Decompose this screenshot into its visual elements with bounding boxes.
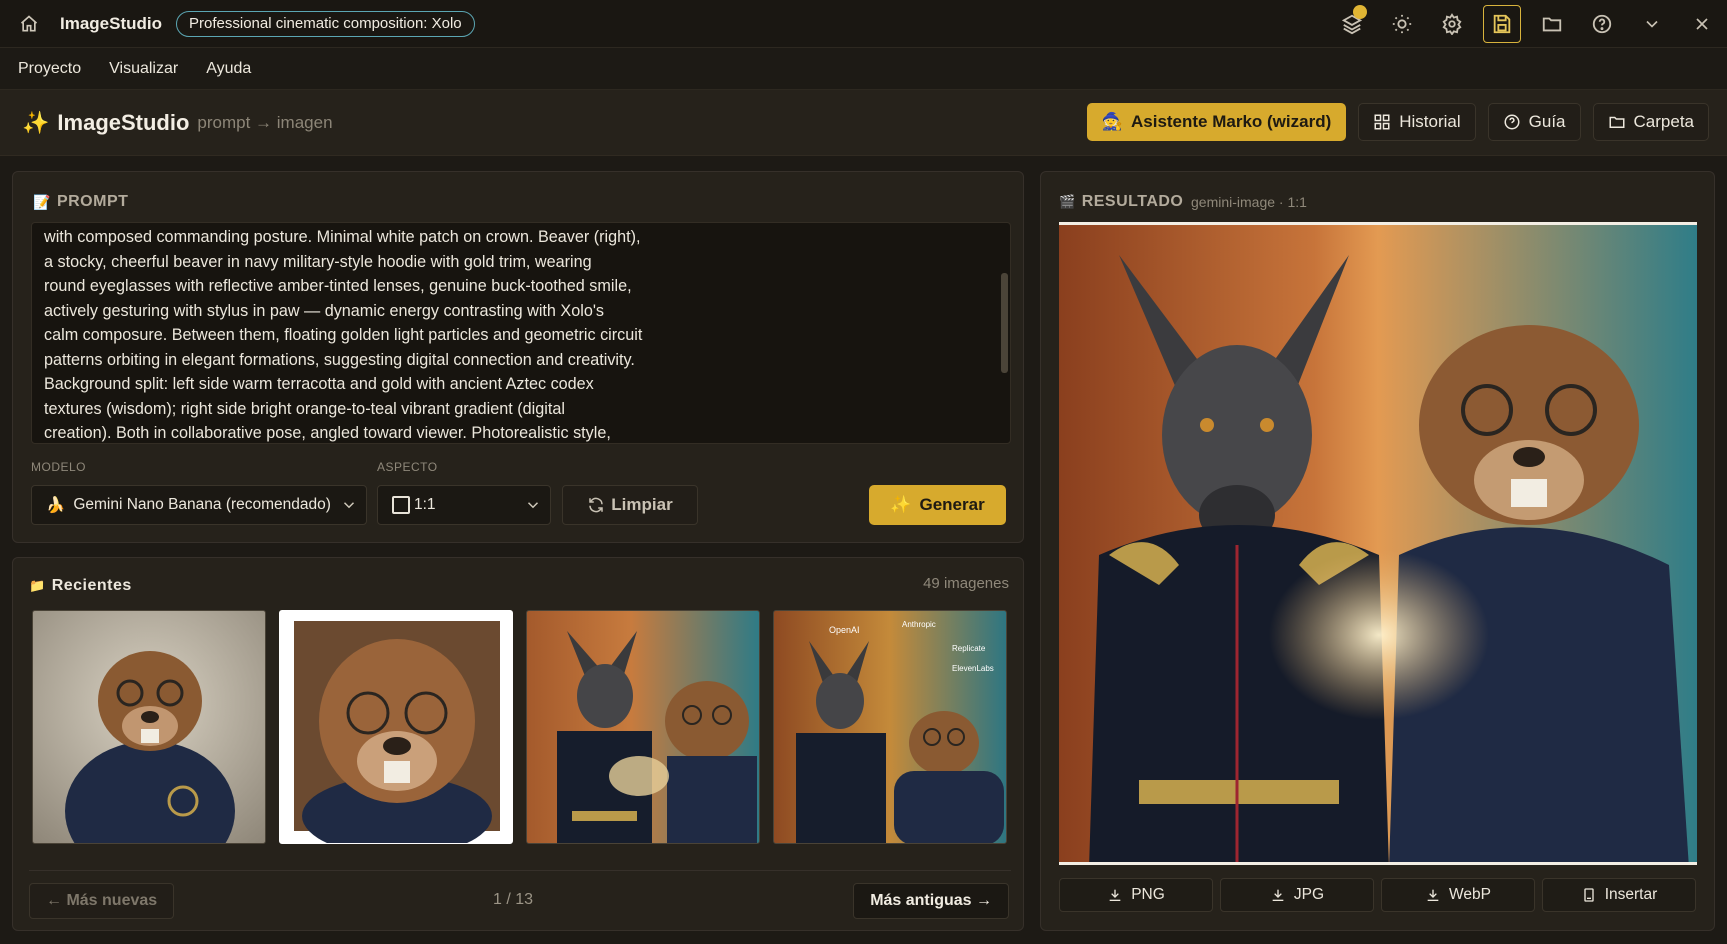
layers-icon[interactable] <box>1327 0 1377 48</box>
png-label: PNG <box>1131 886 1165 903</box>
insert-label: Insertar <box>1604 886 1658 903</box>
generate-label: Generar <box>919 495 985 514</box>
app-name: ImageStudio <box>60 13 163 33</box>
history-label: Historial <box>1399 112 1461 131</box>
folder-icon <box>1609 116 1625 128</box>
clear-label: Limpiar <box>611 495 673 514</box>
home-icon[interactable] <box>0 0 58 48</box>
folder-icon[interactable] <box>1527 0 1577 48</box>
download-webp-button[interactable]: WebP <box>1381 878 1535 912</box>
result-title-text: RESULTADO <box>1081 193 1184 210</box>
logo-openai: OpenAI <box>829 625 860 635</box>
download-jpg-button[interactable]: JPG <box>1220 878 1374 912</box>
prompt-text: with composed commanding posture. Minima… <box>44 228 643 442</box>
logo-anthropic: Anthropic <box>902 620 936 629</box>
grid-icon <box>1374 114 1390 130</box>
webp-label: WebP <box>1449 886 1491 903</box>
film-icon: 🎬 <box>1059 194 1076 209</box>
download-png-button[interactable]: PNG <box>1059 878 1213 912</box>
recent-panel: 📁 Recientes 49 imagenes OpenAI Anthropic… <box>12 557 1024 931</box>
generate-button[interactable]: ✨ Generar <box>869 485 1006 525</box>
aspect-select[interactable]: 1:1 <box>377 485 551 525</box>
wizard-icon: 🧙 <box>1101 112 1123 131</box>
help-icon[interactable] <box>1577 0 1627 48</box>
document-icon <box>1584 888 1594 902</box>
history-button[interactable]: Historial <box>1358 103 1476 141</box>
document-title-pill[interactable]: Professional cinematic composition: Xolo <box>176 10 475 37</box>
prompt-textarea[interactable]: with composed commanding posture. Minima… <box>31 222 1011 444</box>
square-icon <box>392 496 410 514</box>
recent-thumbnail[interactable] <box>526 610 760 844</box>
prompt-scrollbar[interactable] <box>1001 273 1008 373</box>
result-panel: 🎬 RESULTADO gemini-image · 1:1 PNG JPG W… <box>1040 171 1715 931</box>
wizard-button[interactable]: 🧙 Asistente Marko (wizard) <box>1086 103 1347 141</box>
aspect-value: 1:1 <box>414 496 436 513</box>
sparkle-icon: ✨ <box>890 495 912 514</box>
result-image <box>1059 222 1697 865</box>
chevron-down-icon[interactable] <box>1627 0 1677 48</box>
help-circle-icon <box>1504 114 1520 130</box>
download-icon <box>1272 889 1284 901</box>
menu-visualizar[interactable]: Visualizar <box>109 60 178 78</box>
jpg-label: JPG <box>1293 886 1325 903</box>
chevron-down-icon <box>527 502 539 509</box>
clear-button[interactable]: Limpiar <box>562 485 698 525</box>
menu-bar: Proyecto Visualizar Ayuda <box>0 48 1727 90</box>
page-header: ✨ ImageStudio prompt → imagen 🧙 Asistent… <box>0 90 1727 156</box>
sparkles-icon: ✨ <box>22 109 50 135</box>
model-label: MODELO <box>31 460 87 474</box>
prompt-panel: 📝 PROMPT with composed commanding postur… <box>12 171 1024 543</box>
folder-icon: 📁 <box>29 578 46 593</box>
gear-icon[interactable] <box>1427 0 1477 48</box>
page-title-text: ImageStudio <box>57 109 190 135</box>
memo-icon: 📝 <box>33 193 51 210</box>
older-button[interactable]: Más antiguas → <box>853 883 1009 919</box>
close-icon[interactable] <box>1677 0 1727 48</box>
save-icon[interactable] <box>1477 0 1527 48</box>
download-icon <box>1427 889 1439 901</box>
menu-ayuda[interactable]: Ayuda <box>206 60 251 78</box>
page-indicator: 1 / 13 <box>493 891 534 908</box>
refresh-icon <box>589 497 604 513</box>
insert-button[interactable]: Insertar <box>1542 878 1696 912</box>
guide-label: Guía <box>1528 112 1566 131</box>
prompt-panel-title: 📝 PROMPT <box>33 193 128 211</box>
page-subtitle: prompt → imagen <box>197 112 333 132</box>
logo-elevenlabs: ElevenLabs <box>952 664 994 673</box>
sun-icon[interactable] <box>1377 0 1427 48</box>
image-count: 49 imagenes <box>923 575 1009 592</box>
page-title: ✨ ImageStudio <box>22 110 189 136</box>
recent-panel-title: 📁 Recientes <box>29 577 132 595</box>
wizard-label: Asistente Marko (wizard) <box>1130 112 1332 131</box>
result-meta: gemini-image · 1:1 <box>1191 194 1307 210</box>
guide-button[interactable]: Guía <box>1487 103 1581 141</box>
recent-thumbnail[interactable]: OpenAI Anthropic Replicate ElevenLabs <box>773 610 1007 844</box>
title-bar: ImageStudio Professional cinematic compo… <box>0 0 1727 48</box>
divider <box>29 870 1011 871</box>
chevron-down-icon <box>343 502 355 509</box>
notification-dot <box>1353 5 1367 19</box>
menu-proyecto[interactable]: Proyecto <box>18 60 81 78</box>
logo-replicate: Replicate <box>952 644 986 653</box>
result-panel-title: 🎬 RESULTADO <box>1059 193 1183 211</box>
prompt-title-text: PROMPT <box>56 193 129 210</box>
aspect-label: ASPECTO <box>377 460 438 474</box>
recent-title-text: Recientes <box>51 577 132 594</box>
folder-button[interactable]: Carpeta <box>1592 103 1709 141</box>
banana-icon: 🍌 <box>46 496 66 514</box>
model-value: Gemini Nano Banana (recomendado) <box>73 496 331 513</box>
recent-thumbnail[interactable] <box>32 610 266 844</box>
recent-thumbnail-selected[interactable] <box>279 610 513 844</box>
folder-label: Carpeta <box>1633 112 1694 131</box>
model-select[interactable]: 🍌 Gemini Nano Banana (recomendado) <box>31 485 367 525</box>
download-icon <box>1109 889 1121 901</box>
newer-button[interactable]: ← Más nuevas <box>29 883 175 919</box>
